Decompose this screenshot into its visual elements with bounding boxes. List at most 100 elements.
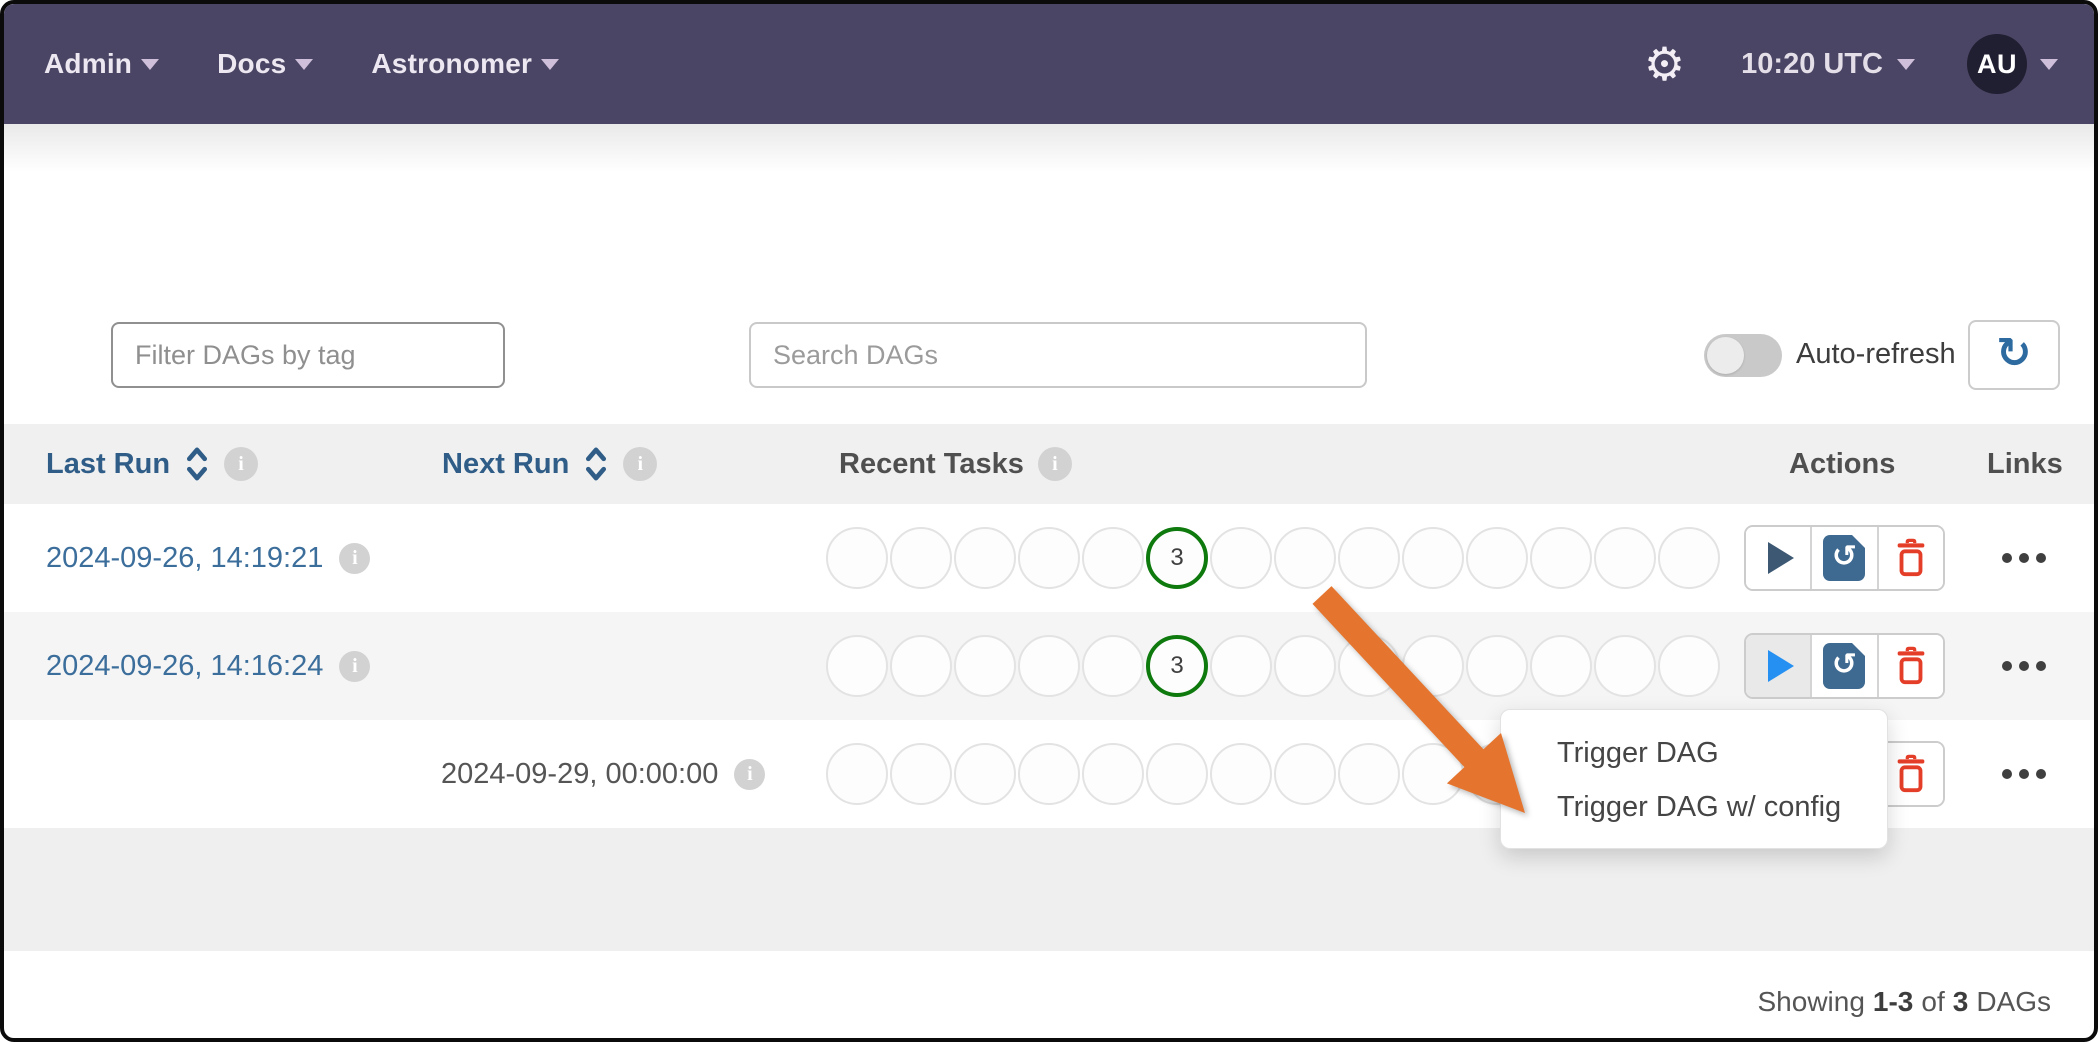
task-state-circle[interactable] — [1082, 527, 1144, 589]
task-state-circle[interactable] — [1530, 527, 1592, 589]
info-icon[interactable]: i — [734, 759, 765, 790]
showing-total: 3 — [1953, 986, 1969, 1017]
task-state-circle[interactable] — [1146, 743, 1208, 805]
task-state-circle[interactable] — [890, 527, 952, 589]
task-state-circle[interactable] — [1210, 527, 1272, 589]
task-state-circle[interactable] — [826, 743, 888, 805]
task-circles: 3 — [826, 504, 1722, 612]
task-state-circle-success[interactable]: 3 — [1146, 635, 1208, 697]
task-circles: 3 — [826, 612, 1722, 720]
info-icon[interactable]: i — [224, 447, 258, 481]
tag-filter-input[interactable] — [111, 322, 505, 388]
trash-icon — [1893, 538, 1929, 578]
delete-dag-button[interactable] — [1877, 635, 1943, 697]
auto-refresh-toggle[interactable] — [1704, 334, 1782, 377]
trigger-dag-button[interactable] — [1746, 527, 1810, 589]
links-menu-button[interactable] — [1989, 504, 2059, 612]
dot-icon — [2002, 661, 2012, 671]
task-state-circle[interactable] — [954, 635, 1016, 697]
chevron-down-icon — [141, 59, 159, 70]
links-menu-button[interactable] — [1989, 720, 2059, 828]
task-state-circle[interactable] — [1338, 743, 1400, 805]
trash-icon — [1893, 754, 1929, 794]
task-state-circle[interactable] — [1274, 743, 1336, 805]
sort-icon[interactable] — [583, 446, 609, 482]
play-icon — [1768, 542, 1794, 574]
links-header: Links — [1987, 448, 2063, 481]
task-state-circle[interactable] — [890, 743, 952, 805]
menu-item-trigger-dag-config[interactable]: Trigger DAG w/ config — [1501, 780, 1887, 834]
task-state-circle[interactable] — [1274, 635, 1336, 697]
nav-item-astronomer[interactable]: Astronomer — [371, 48, 559, 80]
task-state-circle[interactable] — [1338, 635, 1400, 697]
play-icon — [1768, 650, 1794, 682]
info-icon[interactable]: i — [339, 651, 370, 682]
info-icon[interactable]: i — [623, 447, 657, 481]
timezone-dropdown[interactable]: 10:20 UTC — [1741, 48, 1915, 81]
sort-icon[interactable] — [184, 446, 210, 482]
navbar-right: ⚙ 10:20 UTC AU — [1644, 34, 2058, 94]
task-state-circle[interactable] — [1658, 527, 1720, 589]
task-state-circle[interactable] — [1274, 527, 1336, 589]
recent-tasks-header: Recent Tasks — [839, 448, 1024, 481]
task-state-circle[interactable] — [1402, 527, 1464, 589]
info-icon[interactable]: i — [1038, 447, 1072, 481]
actions-button-group: ↺ — [1744, 633, 1945, 699]
task-state-circle[interactable] — [1530, 635, 1592, 697]
task-state-circle[interactable] — [1210, 635, 1272, 697]
task-state-circle[interactable] — [1210, 743, 1272, 805]
navbar-menu: Admin Docs Astronomer — [44, 48, 559, 80]
task-state-circle[interactable] — [890, 635, 952, 697]
table-row: 2024-09-26, 14:16:24 i 3 ↺ — [4, 612, 2094, 720]
task-state-circle[interactable] — [1466, 527, 1528, 589]
gear-icon[interactable]: ⚙ — [1644, 41, 1685, 87]
search-input[interactable] — [749, 322, 1367, 388]
nav-item-label: Admin — [44, 48, 132, 80]
timezone-label: 10:20 UTC — [1741, 48, 1883, 81]
task-state-circle[interactable] — [954, 527, 1016, 589]
task-state-circle-success[interactable]: 3 — [1146, 527, 1208, 589]
showing-label: Showing — [1758, 986, 1865, 1017]
task-state-circle[interactable] — [954, 743, 1016, 805]
user-menu[interactable]: AU — [1967, 34, 2058, 94]
task-state-circle[interactable] — [1594, 527, 1656, 589]
refresh-dag-button[interactable]: ↺ — [1810, 527, 1876, 589]
refresh-dag-button[interactable]: ↺ — [1810, 635, 1876, 697]
nav-item-label: Astronomer — [371, 48, 532, 80]
task-state-circle[interactable] — [1402, 635, 1464, 697]
task-state-circle[interactable] — [826, 635, 888, 697]
toggle-knob — [1707, 337, 1744, 374]
task-state-circle[interactable] — [1338, 527, 1400, 589]
task-state-circle[interactable] — [826, 527, 888, 589]
task-state-circle[interactable] — [1658, 635, 1720, 697]
refresh-button[interactable]: ↻ — [1968, 320, 2060, 390]
trigger-dag-button[interactable] — [1746, 635, 1810, 697]
task-state-circle[interactable] — [1466, 635, 1528, 697]
dot-icon — [2002, 769, 2012, 779]
last-run-cell: 2024-09-26, 14:16:24 i — [46, 612, 370, 720]
menu-item-trigger-dag[interactable]: Trigger DAG — [1501, 726, 1887, 780]
nav-item-docs[interactable]: Docs — [217, 48, 313, 80]
dot-icon — [2036, 553, 2046, 563]
next-run-header[interactable]: Next Run — [442, 448, 569, 481]
task-state-circle[interactable] — [1018, 635, 1080, 697]
last-run-link[interactable]: 2024-09-26, 14:16:24 — [46, 650, 323, 683]
nav-item-admin[interactable]: Admin — [44, 48, 159, 80]
dot-icon — [2019, 553, 2029, 563]
task-state-circle[interactable] — [1018, 527, 1080, 589]
app-window: Admin Docs Astronomer ⚙ 10:20 UTC AU — [0, 0, 2098, 1042]
links-menu-button[interactable] — [1989, 612, 2059, 720]
table-header: Last Run i Next Run i Recent Tasks i Act… — [4, 424, 2094, 504]
next-run-value: 2024-09-29, 00:00:00 — [441, 758, 718, 791]
task-state-circle[interactable] — [1082, 743, 1144, 805]
trash-icon — [1893, 646, 1929, 686]
task-state-circle[interactable] — [1402, 743, 1464, 805]
info-icon[interactable]: i — [339, 543, 370, 574]
last-run-header[interactable]: Last Run — [46, 448, 170, 481]
task-state-circle[interactable] — [1082, 635, 1144, 697]
dot-icon — [2036, 661, 2046, 671]
delete-dag-button[interactable] — [1877, 527, 1943, 589]
task-state-circle[interactable] — [1018, 743, 1080, 805]
task-state-circle[interactable] — [1594, 635, 1656, 697]
last-run-link[interactable]: 2024-09-26, 14:19:21 — [46, 542, 323, 575]
